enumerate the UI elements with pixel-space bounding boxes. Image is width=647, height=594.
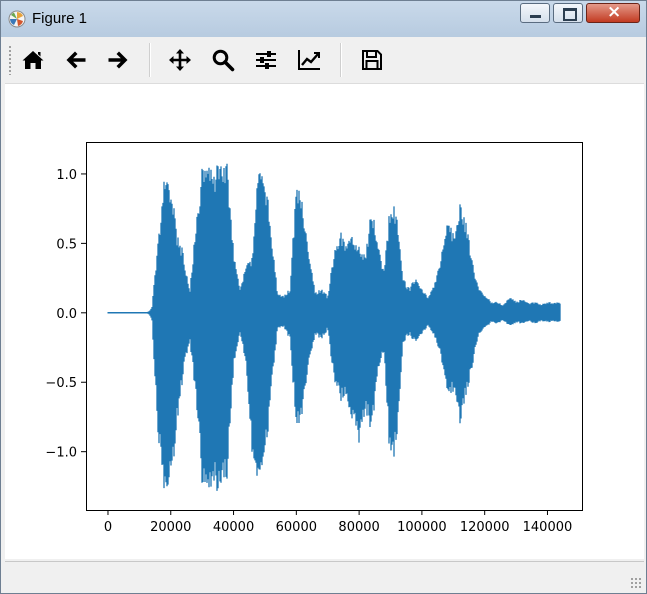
forward-button[interactable] <box>106 48 130 72</box>
window-title: Figure 1 <box>32 10 88 27</box>
maximize-icon <box>563 8 577 21</box>
x-tick-label: 120000 <box>460 520 510 535</box>
x-tick-label: 0 <box>104 520 112 535</box>
toolbar-grip[interactable] <box>8 45 12 75</box>
toolbar-separator <box>149 43 151 77</box>
arrow-left-icon <box>66 51 86 69</box>
zoom-button[interactable] <box>211 48 235 72</box>
resize-grip-icon[interactable] <box>630 577 642 589</box>
customize-button[interactable] <box>297 48 321 72</box>
matplotlib-logo-icon <box>8 10 26 28</box>
x-tick-label: 60000 <box>276 520 317 535</box>
y-tick-label: 0.5 <box>56 237 77 252</box>
subplots-button[interactable] <box>254 48 278 72</box>
minimize-icon <box>530 15 541 18</box>
minimize-button[interactable] <box>520 3 550 23</box>
line-chart-icon <box>298 50 320 70</box>
figure-canvas[interactable]: 0 20000 40000 60000 80000 100000 120000 140000 … <box>5 84 644 559</box>
x-axis: 0 20000 40000 60000 80000 100000 120000 140000 <box>104 510 572 535</box>
pan-button[interactable] <box>168 48 192 72</box>
x-tick-label: 20000 <box>150 520 191 535</box>
home-icon <box>22 51 44 69</box>
y-axis: 1.0 0.5 0.0 −0.5 −1.0 <box>45 168 86 461</box>
y-tick-label: −1.0 <box>45 446 77 461</box>
sliders-icon <box>256 51 276 69</box>
status-bar <box>5 561 644 591</box>
figure-window: Figure 1 × 0 20000 40000 60000 80000 100… <box>0 0 647 594</box>
plot-area[interactable]: 0 20000 40000 60000 80000 100000 120000 140000 … <box>5 84 644 559</box>
waveform-layer <box>107 163 561 491</box>
arrow-right-icon <box>108 51 128 69</box>
toolbar-separator <box>340 43 342 77</box>
save-button[interactable] <box>360 48 384 72</box>
magnifier-icon <box>212 49 235 72</box>
back-button[interactable] <box>64 48 88 72</box>
floppy-disk-icon <box>362 50 382 70</box>
maximize-button[interactable] <box>553 3 583 23</box>
title-bar[interactable]: Figure 1 × <box>1 1 646 37</box>
navigation-toolbar <box>5 37 644 84</box>
x-tick-label: 80000 <box>338 520 379 535</box>
y-tick-label: 0.0 <box>56 307 77 322</box>
home-button[interactable] <box>21 48 45 72</box>
y-tick-label: 1.0 <box>56 168 77 183</box>
waveform-line <box>107 163 561 491</box>
move-icon <box>169 49 191 71</box>
y-tick-label: −0.5 <box>45 376 77 391</box>
x-tick-label: 140000 <box>523 520 573 535</box>
close-button[interactable]: × <box>586 2 640 23</box>
x-tick-label: 40000 <box>213 520 254 535</box>
close-icon: × <box>607 2 622 22</box>
x-tick-label: 100000 <box>397 520 447 535</box>
